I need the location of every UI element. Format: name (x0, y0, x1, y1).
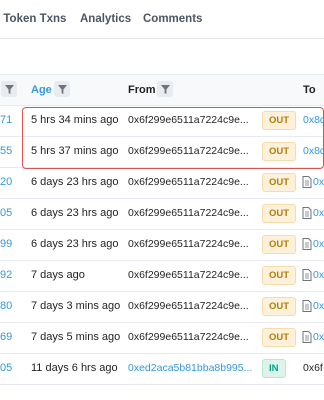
tab-token-txns[interactable]: l Token Txns (0, 13, 66, 25)
block-link[interactable]: 92 (0, 269, 12, 281)
age-cell: 5 hrs 34 mins ago (31, 114, 119, 126)
block-link[interactable]: 55 (0, 145, 12, 157)
age-filter-icon[interactable] (54, 81, 70, 97)
direction-badge: OUT (262, 328, 297, 347)
from-address: 0x6f299e6511a7224c9e... (128, 145, 249, 157)
from-address: 0x6f299e6511a7224c9e... (128, 207, 249, 219)
block-link[interactable]: 99 (0, 238, 12, 250)
table-row: 99 6 days 23 hrs ago 0x6f299e6511a7224c9… (0, 229, 324, 261)
age-cell: 7 days 3 mins ago (31, 300, 121, 312)
to-address: 0x6f (303, 362, 323, 374)
contract-icon (302, 176, 312, 188)
from-address-link[interactable]: 0xed2aca5b81bba8b995... (128, 362, 252, 374)
from-header: From (128, 84, 156, 96)
from-address: 0x6f299e6511a7224c9e... (128, 238, 249, 250)
direction-badge: OUT (262, 204, 297, 223)
age-cell: 6 days 23 hrs ago (31, 207, 119, 219)
to-address-link[interactable]: 0x (313, 269, 324, 281)
to-address-link[interactable]: 0x8d (303, 114, 324, 126)
direction-badge: OUT (262, 266, 297, 285)
table-header: Age From To (0, 74, 324, 106)
direction-badge: OUT (262, 111, 297, 130)
tab-analytics[interactable]: Analytics (80, 13, 131, 25)
to-address-link[interactable]: 0x (313, 300, 324, 312)
age-cell: 7 days 5 mins ago (31, 331, 121, 343)
to-address-link[interactable]: 0x (313, 238, 324, 250)
to-header: To (303, 84, 316, 96)
table-row: 71 5 hrs 34 mins ago 0x6f299e6511a7224c9… (0, 105, 324, 137)
age-cell: 6 days 23 hrs ago (31, 176, 119, 188)
to-address-link[interactable]: 0x (313, 331, 324, 343)
contract-icon (302, 269, 312, 281)
method-filter-icon[interactable] (1, 81, 17, 97)
from-address: 0x6f299e6511a7224c9e... (128, 114, 249, 126)
table-row: 92 7 days ago 0x6f299e6511a7224c9e... OU… (0, 260, 324, 292)
contract-icon (302, 207, 312, 219)
table-row: 05 11 days 6 hrs ago 0xed2aca5b81bba8b99… (0, 353, 324, 385)
from-address: 0x6f299e6511a7224c9e... (128, 269, 249, 281)
block-link[interactable]: 20 (0, 176, 12, 188)
table-row: 55 5 hrs 37 mins ago 0x6f299e6511a7224c9… (0, 136, 324, 168)
from-filter-icon[interactable] (157, 81, 173, 97)
block-link[interactable]: 69 (0, 331, 12, 343)
direction-badge: OUT (262, 173, 297, 192)
age-cell: 11 days 6 hrs ago (31, 362, 118, 374)
age-cell: 6 days 23 hrs ago (31, 238, 119, 250)
from-address: 0x6f299e6511a7224c9e... (128, 331, 249, 343)
table-row: 20 6 days 23 hrs ago 0x6f299e6511a7224c9… (0, 167, 324, 199)
contract-icon (302, 300, 312, 312)
block-link[interactable]: 05 (0, 207, 12, 219)
table-row: 80 7 days 3 mins ago 0x6f299e6511a7224c9… (0, 291, 324, 323)
direction-badge: OUT (262, 235, 297, 254)
age-header[interactable]: Age (31, 84, 52, 96)
from-address: 0x6f299e6511a7224c9e... (128, 300, 249, 312)
direction-badge: OUT (262, 297, 297, 316)
to-address-link[interactable]: 0x8d (303, 145, 324, 157)
direction-badge: OUT (262, 142, 297, 161)
table-row: 05 6 days 23 hrs ago 0x6f299e6511a7224c9… (0, 198, 324, 230)
block-link[interactable]: 71 (0, 114, 12, 126)
to-address-link[interactable]: 0x (313, 176, 324, 188)
contract-icon (302, 331, 312, 343)
tab-divider (0, 38, 324, 39)
tab-comments[interactable]: Comments (143, 13, 202, 25)
age-cell: 5 hrs 37 mins ago (31, 145, 119, 157)
direction-badge: IN (262, 359, 286, 378)
contract-icon (302, 238, 312, 250)
age-cell: 7 days ago (31, 269, 85, 281)
to-address-link[interactable]: 0x (313, 207, 324, 219)
block-link[interactable]: 05 (0, 362, 12, 374)
from-address: 0x6f299e6511a7224c9e... (128, 176, 249, 188)
table-row: 69 7 days 5 mins ago 0x6f299e6511a7224c9… (0, 322, 324, 354)
block-link[interactable]: 80 (0, 300, 12, 312)
tab-bar: l Token Txns Analytics Comments (0, 0, 324, 38)
